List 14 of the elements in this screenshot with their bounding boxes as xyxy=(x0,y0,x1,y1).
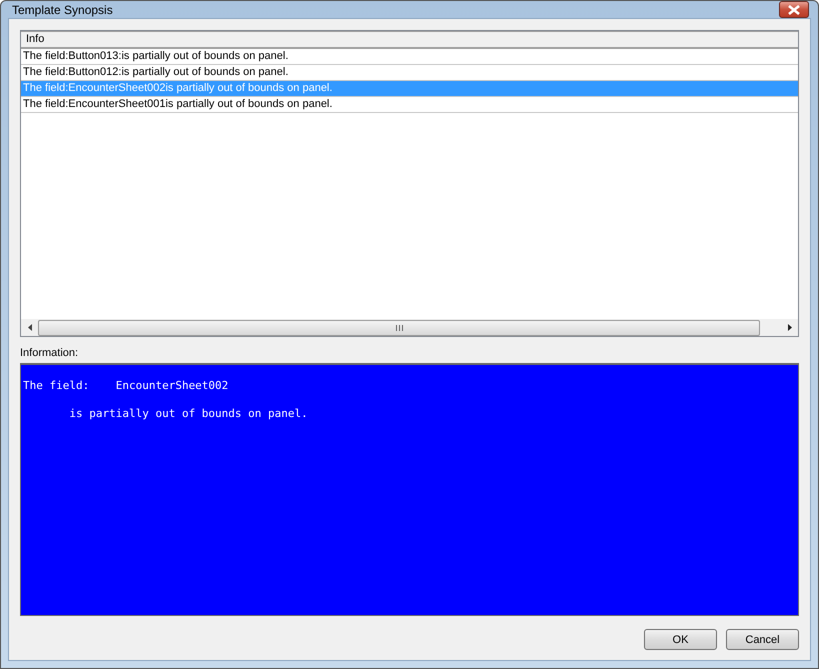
grip-icon xyxy=(396,324,402,330)
information-text: is partially out of bounds on panel. xyxy=(68,407,309,421)
dialog-button[interactable]: OK xyxy=(644,629,717,650)
information-text: The field: EncounterSheet002 xyxy=(23,379,230,393)
scroll-right-icon[interactable] xyxy=(788,324,792,331)
scroll-left-icon[interactable] xyxy=(28,324,32,331)
dialog-button[interactable]: Cancel xyxy=(726,629,799,650)
column-header[interactable]: Info xyxy=(21,31,798,49)
information-label: Information: xyxy=(20,347,80,359)
list-row[interactable]: The field:EncounterSheet001is partially out of bounds on panel. xyxy=(21,97,798,113)
list-row[interactable]: The field:Button013:is partially out of bounds on panel. xyxy=(21,49,798,65)
window-title: Template Synopsis xyxy=(11,2,113,16)
close-icon xyxy=(788,4,800,14)
close-button[interactable] xyxy=(779,1,809,18)
